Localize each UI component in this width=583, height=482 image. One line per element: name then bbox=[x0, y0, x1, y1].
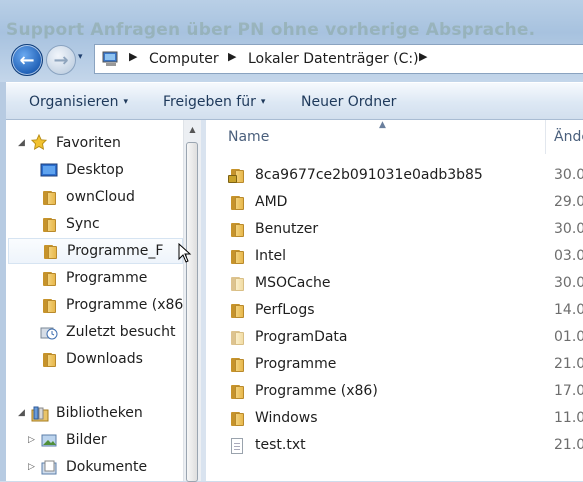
scroll-up-arrow-icon[interactable]: ▲ bbox=[185, 122, 200, 137]
breadcrumb-computer[interactable]: Computer bbox=[149, 51, 219, 67]
folder-icon bbox=[229, 304, 245, 318]
file-row[interactable]: MSOCache 30.0 bbox=[206, 271, 583, 298]
folder-icon bbox=[42, 245, 58, 259]
breadcrumb-separator[interactable]: ▶ bbox=[129, 50, 137, 63]
lock-icon bbox=[228, 175, 237, 183]
file-row[interactable]: ProgramData 01.0 bbox=[206, 325, 583, 352]
nav-item-documents[interactable]: ▷ Dokumente bbox=[6, 455, 183, 481]
breadcrumb-local-disk[interactable]: Lokaler Datenträger (C:) bbox=[248, 51, 419, 67]
breadcrumb-separator[interactable]: ▶ bbox=[419, 50, 427, 63]
desktop-icon bbox=[40, 163, 58, 177]
navigation-pane: ◢ Favoriten Desktop ownCloud Sync Progra… bbox=[6, 120, 183, 481]
documents-library-icon bbox=[41, 460, 57, 475]
nav-item-programme[interactable]: Programme bbox=[6, 266, 183, 292]
collapse-arrow-icon[interactable]: ▷ bbox=[28, 435, 35, 445]
breadcrumb-separator[interactable]: ▶ bbox=[228, 50, 236, 63]
file-row[interactable]: Programme 21.0 bbox=[206, 352, 583, 379]
folder-icon bbox=[41, 353, 57, 367]
nav-scrollbar-thumb[interactable] bbox=[186, 142, 198, 482]
column-divider[interactable] bbox=[545, 120, 546, 154]
organize-button[interactable]: Organisieren ▾ bbox=[29, 94, 128, 110]
folder-icon bbox=[229, 412, 245, 426]
file-row[interactable]: Intel 03.0 bbox=[206, 244, 583, 271]
nav-item-programme-x86[interactable]: Programme (x86) bbox=[6, 293, 183, 319]
expand-arrow-icon[interactable]: ◢ bbox=[18, 408, 25, 418]
sort-ascending-icon: ▲ bbox=[379, 120, 386, 130]
file-row[interactable]: 8ca9677ce2b091031e0adb3b85 30.0 bbox=[206, 163, 583, 190]
recent-places-icon bbox=[40, 327, 58, 340]
mouse-pointer-icon bbox=[178, 243, 192, 263]
nav-item-owncloud[interactable]: ownCloud bbox=[6, 185, 183, 211]
libraries-icon bbox=[31, 406, 49, 422]
folder-icon bbox=[41, 299, 57, 313]
command-bar: Organisieren ▾ Freigeben für ▾ Neuer Ordne… bbox=[6, 82, 583, 120]
file-row[interactable]: PerfLogs 14.0 bbox=[206, 298, 583, 325]
folder-icon bbox=[41, 218, 57, 232]
address-bar[interactable]: ▶ Computer ▶ Lokaler Datenträger (C:) ▶ bbox=[94, 44, 583, 74]
nav-scrollbar[interactable]: ▲ bbox=[183, 120, 201, 482]
expand-arrow-icon[interactable]: ◢ bbox=[18, 138, 25, 148]
back-arrow-icon: ← bbox=[19, 49, 35, 71]
computer-icon bbox=[102, 51, 118, 66]
nav-item-recent-places[interactable]: Zuletzt besucht bbox=[6, 320, 183, 346]
file-row[interactable]: Windows 11.0 bbox=[206, 406, 583, 433]
recent-pages-dropdown[interactable]: ▾ bbox=[78, 52, 90, 66]
folder-icon bbox=[229, 385, 245, 399]
pictures-library-icon bbox=[41, 434, 57, 447]
chevron-down-icon: ▾ bbox=[260, 97, 266, 107]
nav-favorites-header[interactable]: ◢ Favoriten bbox=[6, 131, 183, 157]
folder-icon bbox=[41, 191, 57, 205]
forward-button[interactable]: → bbox=[46, 45, 76, 75]
column-header-name[interactable]: Name bbox=[228, 129, 269, 145]
folder-icon bbox=[229, 358, 245, 372]
folder-icon bbox=[229, 223, 245, 237]
file-row[interactable]: Benutzer 30.0 bbox=[206, 217, 583, 244]
file-list: ▲ Name Ände 8ca9677ce2b091031e0adb3b85 3… bbox=[206, 120, 583, 481]
hidden-folder-icon bbox=[229, 331, 245, 345]
nav-item-downloads[interactable]: Downloads bbox=[6, 347, 183, 373]
star-icon bbox=[30, 134, 48, 150]
folder-icon bbox=[229, 250, 245, 264]
folder-icon bbox=[229, 196, 245, 210]
share-button[interactable]: Freigeben für ▾ bbox=[163, 94, 265, 110]
file-row[interactable]: test.txt 21.0 bbox=[206, 433, 583, 460]
file-row[interactable]: AMD 29.0 bbox=[206, 190, 583, 217]
forward-arrow-icon: → bbox=[53, 49, 69, 71]
hidden-folder-icon bbox=[229, 277, 245, 291]
text-file-icon bbox=[231, 438, 243, 454]
background-window-text: Support Anfragen über PN ohne vorherige … bbox=[6, 20, 536, 40]
new-folder-button[interactable]: Neuer Ordner bbox=[301, 94, 396, 110]
column-header-date-modified[interactable]: Ände bbox=[554, 129, 583, 145]
nav-item-sync[interactable]: Sync bbox=[6, 212, 183, 238]
folder-icon bbox=[41, 272, 57, 286]
collapse-arrow-icon[interactable]: ▷ bbox=[28, 462, 35, 472]
chevron-down-icon: ▾ bbox=[123, 97, 129, 107]
back-button[interactable]: ← bbox=[11, 44, 43, 76]
nav-item-pictures[interactable]: ▷ Bilder bbox=[6, 428, 183, 454]
file-row[interactable]: Programme (x86) 17.0 bbox=[206, 379, 583, 406]
nav-item-desktop[interactable]: Desktop bbox=[6, 158, 183, 184]
nav-libraries-header[interactable]: ◢ Bibliotheken bbox=[6, 401, 183, 427]
nav-item-programme-f[interactable]: Programme_F bbox=[8, 238, 183, 264]
